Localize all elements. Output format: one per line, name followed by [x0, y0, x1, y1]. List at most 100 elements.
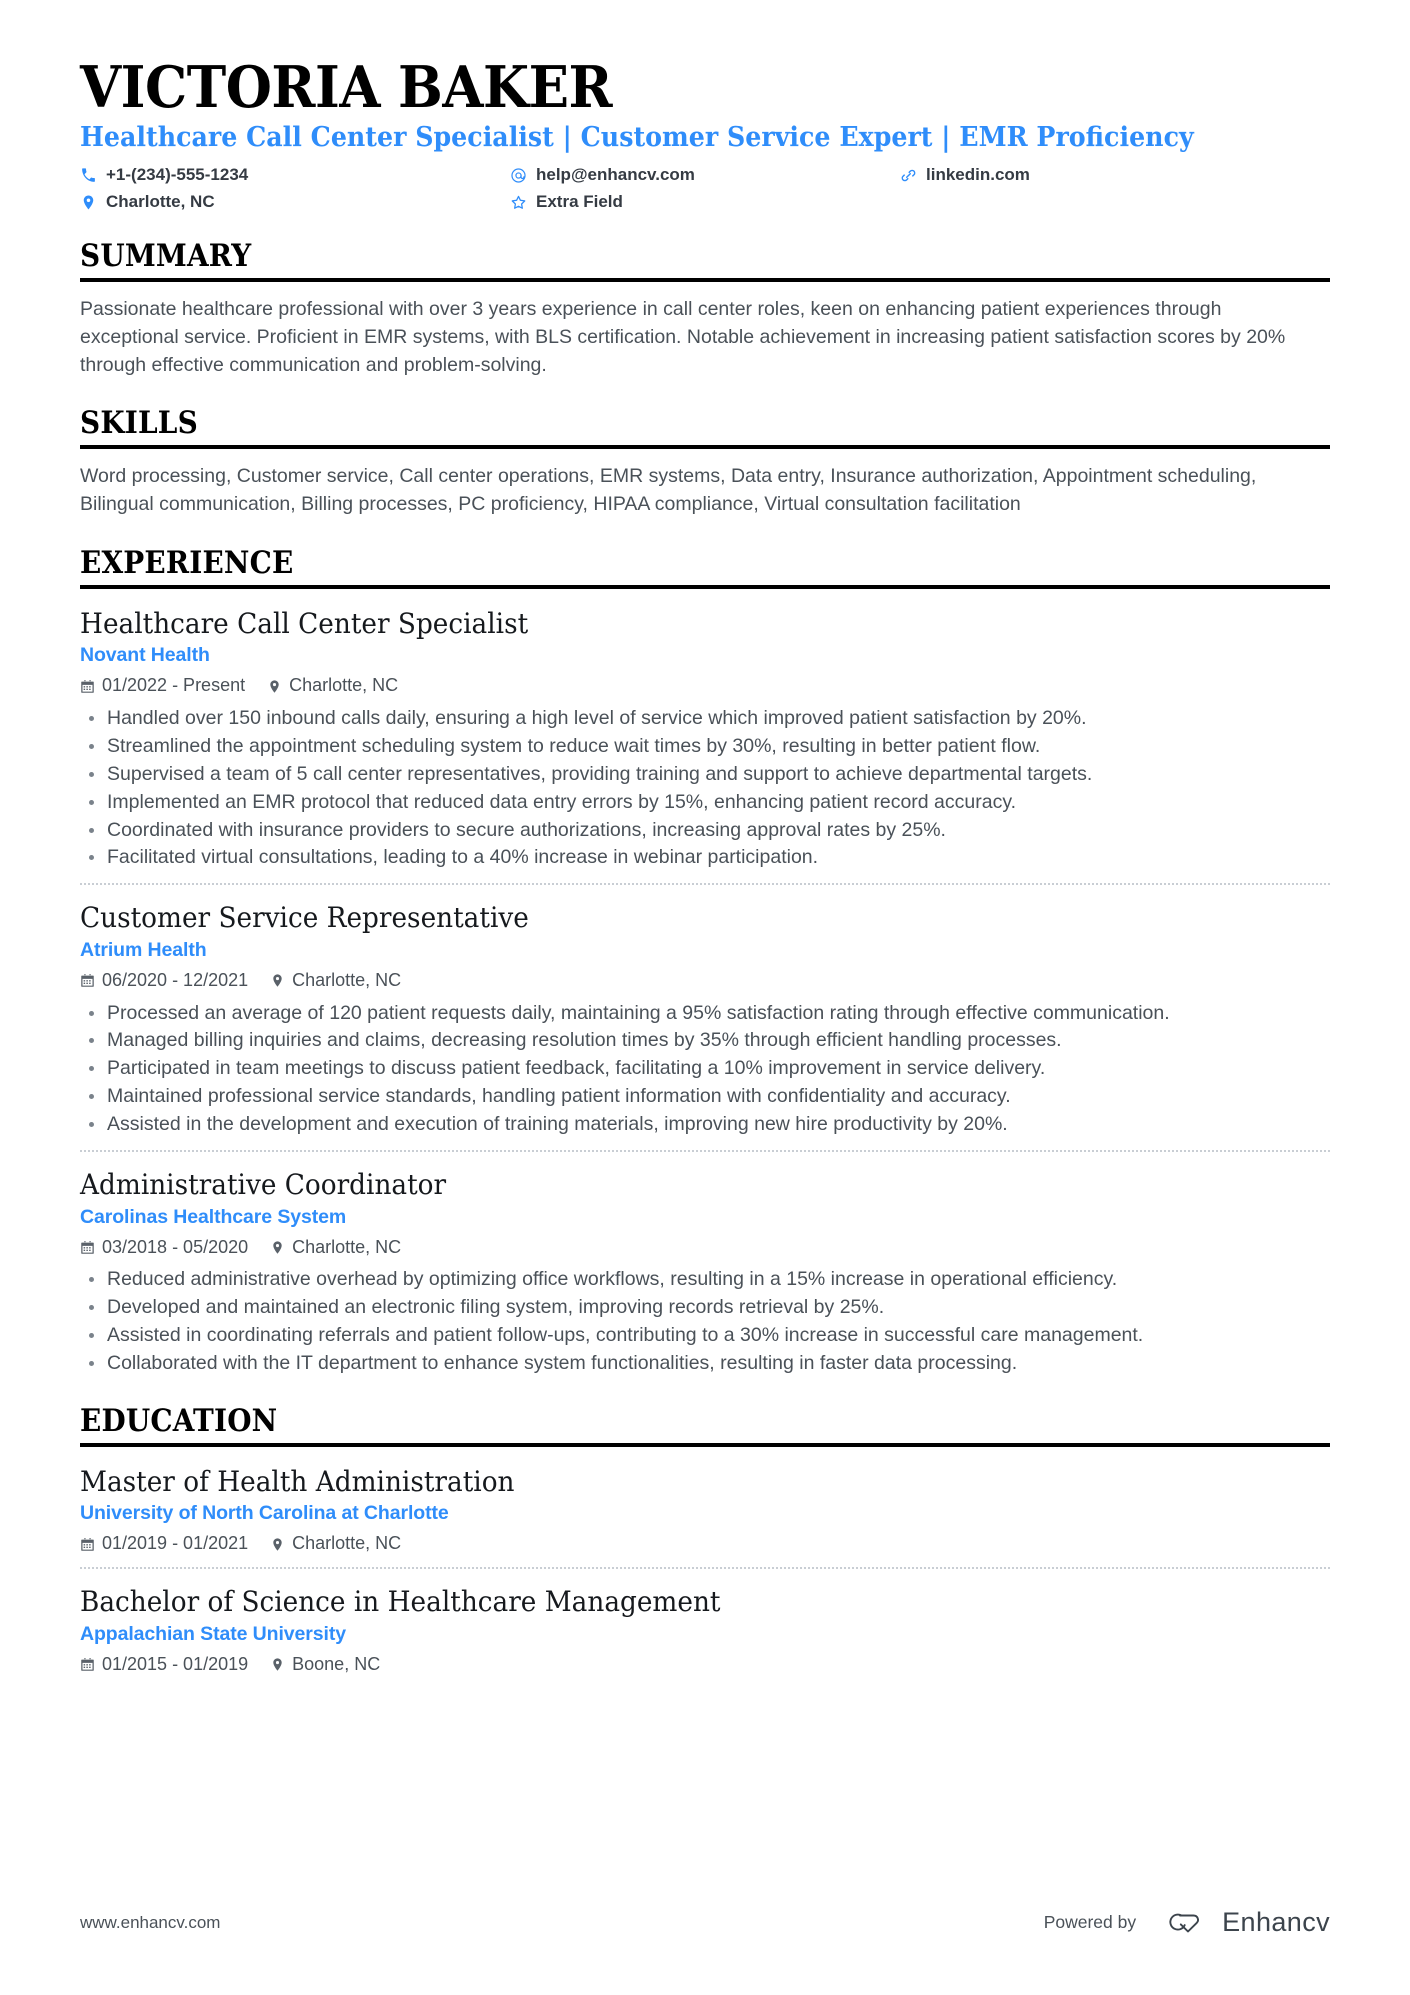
contact-email-value: help@enhancv.com	[536, 165, 695, 185]
powered-by: Powered by Enhancv	[1044, 1905, 1330, 1940]
section-title-skills: SKILLS	[80, 405, 198, 442]
education-institution[interactable]: Appalachian State University	[80, 1623, 1330, 1646]
experience-dates: 01/2022 - Present	[80, 675, 245, 697]
section-rule	[80, 278, 1330, 283]
experience-dates-value: 03/2018 - 05/2020	[102, 1236, 249, 1257]
contact-linkedin[interactable]: linkedin.com	[900, 165, 1330, 185]
experience-meta: 01/2022 - Present Charlotte, NC	[80, 675, 1330, 697]
education-location: Charlotte, NC	[270, 1533, 401, 1555]
bullet-item: Assisted in coordinating referrals and p…	[80, 1322, 1330, 1349]
location-icon	[80, 194, 97, 211]
entry-divider	[80, 883, 1330, 886]
location-icon	[270, 1537, 285, 1552]
powered-by-label: Powered by	[1043, 1912, 1137, 1932]
experience-company[interactable]: Novant Health	[80, 644, 1330, 667]
experience-job-title: Healthcare Call Center Specialist	[80, 606, 529, 640]
calendar-icon	[80, 1657, 95, 1672]
experience-entry: Healthcare Call Center Specialist Novant…	[80, 603, 1330, 872]
bullet-item: Managed billing inquiries and claims, de…	[80, 1027, 1330, 1054]
experience-company[interactable]: Atrium Health	[80, 939, 1330, 962]
education-meta: 01/2015 - 01/2019 Boone, NC	[80, 1654, 1330, 1676]
resume-page: VICTORIA BAKER Healthcare Call Center Sp…	[0, 0, 1410, 1995]
candidate-name: VICTORIA BAKER	[80, 54, 613, 121]
experience-dates-value: 01/2022 - Present	[102, 675, 246, 696]
experience-location: Charlotte, NC	[270, 970, 401, 992]
calendar-icon	[80, 679, 95, 694]
location-icon	[270, 1240, 285, 1255]
bullet-item: Processed an average of 120 patient requ…	[80, 1000, 1330, 1027]
experience-entry: Customer Service Representative Atrium H…	[80, 897, 1330, 1138]
bullet-item: Implemented an EMR protocol that reduced…	[80, 789, 1330, 816]
section-title-education: EDUCATION	[80, 1402, 278, 1439]
bullet-item: Streamlined the appointment scheduling s…	[80, 733, 1330, 760]
page-footer: www.enhancv.com Powered by Enhancv	[80, 1905, 1330, 1940]
education-degree: Master of Health Administration	[80, 1464, 515, 1498]
experience-location: Charlotte, NC	[270, 1237, 401, 1259]
section-title-summary: SUMMARY	[80, 238, 252, 275]
education-dates: 01/2019 - 01/2021	[80, 1533, 248, 1555]
star-icon	[510, 194, 527, 211]
experience-location-value: Charlotte, NC	[292, 1236, 402, 1257]
contact-location[interactable]: Charlotte, NC	[80, 192, 510, 212]
section-rule	[80, 445, 1330, 450]
contact-extra-field[interactable]: Extra Field	[510, 192, 900, 212]
bullet-item: Reduced administrative overhead by optim…	[80, 1266, 1330, 1293]
experience-dates: 03/2018 - 05/2020	[80, 1237, 248, 1259]
location-icon	[267, 679, 282, 694]
section-rule	[80, 1442, 1330, 1447]
enhancv-logo-icon	[1158, 1905, 1210, 1940]
section-experience: EXPERIENCE Healthcare Call Center Specia…	[80, 545, 1330, 1377]
calendar-icon	[80, 1240, 95, 1255]
bullet-item: Participated in team meetings to discuss…	[80, 1055, 1330, 1082]
section-summary: SUMMARY Passionate healthcare profession…	[80, 238, 1330, 379]
experience-job-title: Customer Service Representative	[80, 901, 529, 935]
experience-job-title: Administrative Coordinator	[80, 1168, 447, 1202]
bullet-item: Facilitated virtual consultations, leadi…	[80, 844, 1330, 871]
enhancv-brand: Enhancv	[1158, 1905, 1330, 1940]
education-institution[interactable]: University of North Carolina at Charlott…	[80, 1502, 1330, 1525]
section-title-experience: EXPERIENCE	[80, 544, 294, 581]
entry-divider	[80, 1150, 1330, 1153]
calendar-icon	[80, 973, 95, 988]
education-dates: 01/2015 - 01/2019	[80, 1654, 248, 1676]
link-icon	[900, 167, 917, 184]
experience-location: Charlotte, NC	[267, 675, 398, 697]
contact-details: +1-(234)-555-1234 help@enhancv.com linke…	[80, 165, 1330, 212]
section-rule	[80, 584, 1330, 589]
footer-website-url[interactable]: www.enhancv.com	[80, 1913, 220, 1933]
education-location-value: Charlotte, NC	[292, 1533, 402, 1554]
experience-bullets: Handled over 150 inbound calls daily, en…	[80, 705, 1330, 871]
email-icon	[510, 167, 527, 184]
education-entry: Master of Health Administration Universi…	[80, 1461, 1330, 1555]
location-icon	[270, 1657, 285, 1672]
bullet-item: Maintained professional service standard…	[80, 1083, 1330, 1110]
bullet-item: Coordinated with insurance providers to …	[80, 817, 1330, 844]
contact-extra-field-value: Extra Field	[536, 191, 623, 211]
contact-linkedin-value: linkedin.com	[926, 165, 1030, 185]
section-skills: SKILLS Word processing, Customer service…	[80, 405, 1330, 518]
calendar-icon	[80, 1537, 95, 1552]
education-meta: 01/2019 - 01/2021 Charlotte, NC	[80, 1533, 1330, 1555]
education-dates-value: 01/2015 - 01/2019	[102, 1653, 249, 1674]
entry-divider	[80, 1567, 1330, 1570]
education-degree: Bachelor of Science in Healthcare Manage…	[80, 1585, 721, 1619]
experience-company[interactable]: Carolinas Healthcare System	[80, 1206, 1330, 1229]
section-education: EDUCATION Master of Health Administratio…	[80, 1403, 1330, 1675]
phone-icon	[80, 167, 97, 184]
experience-dates-value: 06/2020 - 12/2021	[102, 969, 249, 990]
summary-text: Passionate healthcare professional with …	[80, 298, 1286, 376]
education-entry: Bachelor of Science in Healthcare Manage…	[80, 1581, 1330, 1675]
experience-entry: Administrative Coordinator Carolinas Hea…	[80, 1164, 1330, 1377]
enhancv-brand-name: Enhancv	[1222, 1907, 1330, 1937]
experience-bullets: Reduced administrative overhead by optim…	[80, 1266, 1330, 1377]
bullet-item: Developed and maintained an electronic f…	[80, 1294, 1330, 1321]
contact-phone[interactable]: +1-(234)-555-1234	[80, 165, 510, 185]
contact-location-value: Charlotte, NC	[106, 191, 215, 211]
experience-location-value: Charlotte, NC	[289, 675, 399, 696]
bullet-item: Supervised a team of 5 call center repre…	[80, 761, 1330, 788]
education-location-value: Boone, NC	[292, 1653, 381, 1674]
contact-email[interactable]: help@enhancv.com	[510, 165, 900, 185]
candidate-headline: Healthcare Call Center Specialist | Cust…	[80, 120, 1194, 153]
bullet-item: Handled over 150 inbound calls daily, en…	[80, 705, 1330, 732]
education-location: Boone, NC	[270, 1654, 380, 1676]
